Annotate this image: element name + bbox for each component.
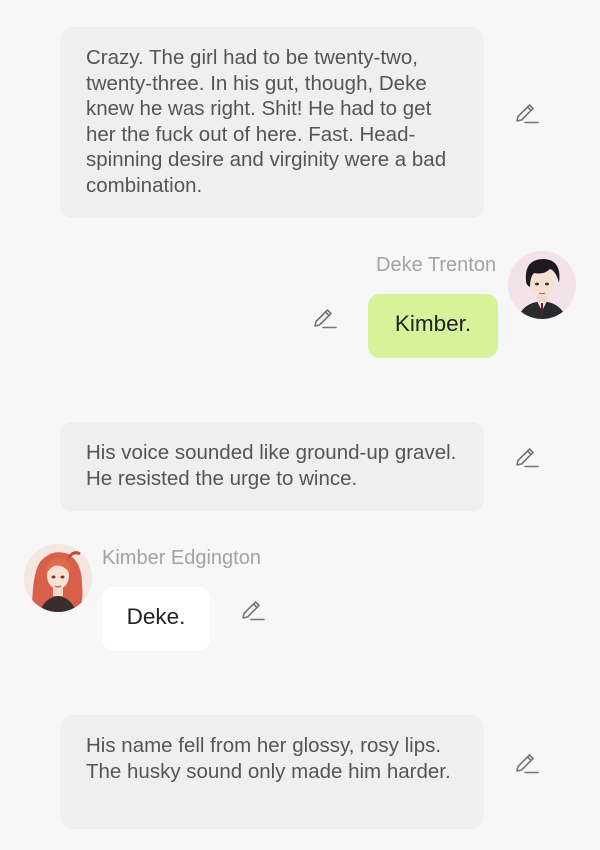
- avatar-kimber[interactable]: [24, 544, 92, 612]
- message-text: Kimber.: [394, 311, 472, 336]
- pencil-icon[interactable]: [514, 751, 540, 777]
- pencil-icon[interactable]: [514, 445, 540, 471]
- avatar-deke[interactable]: [508, 251, 576, 319]
- narration-text: Crazy. The girl had to be twenty-two, tw…: [86, 46, 447, 197]
- narration-bubble: His voice sounded like ground-up gravel.…: [60, 422, 484, 511]
- narration-bubble: His name fell from her glossy, rosy lips…: [60, 715, 484, 829]
- narration-text: His voice sounded like ground-up gravel.…: [86, 441, 457, 490]
- character-message-bubble[interactable]: Deke.: [102, 587, 210, 651]
- chat-screen: Crazy. The girl had to be twenty-two, tw…: [0, 0, 600, 850]
- narration-text: His name fell from her glossy, rosy lips…: [86, 734, 451, 783]
- message-text: Deke.: [126, 604, 186, 629]
- narration-bubble: Crazy. The girl had to be twenty-two, tw…: [60, 27, 484, 218]
- user-message-bubble[interactable]: Kimber.: [368, 294, 498, 358]
- speaker-name-deke: Deke Trenton: [376, 254, 497, 276]
- pencil-icon[interactable]: [240, 598, 266, 624]
- pencil-icon[interactable]: [312, 306, 338, 332]
- speaker-name-kimber: Kimber Edgington: [102, 547, 261, 569]
- pencil-icon[interactable]: [514, 101, 540, 127]
